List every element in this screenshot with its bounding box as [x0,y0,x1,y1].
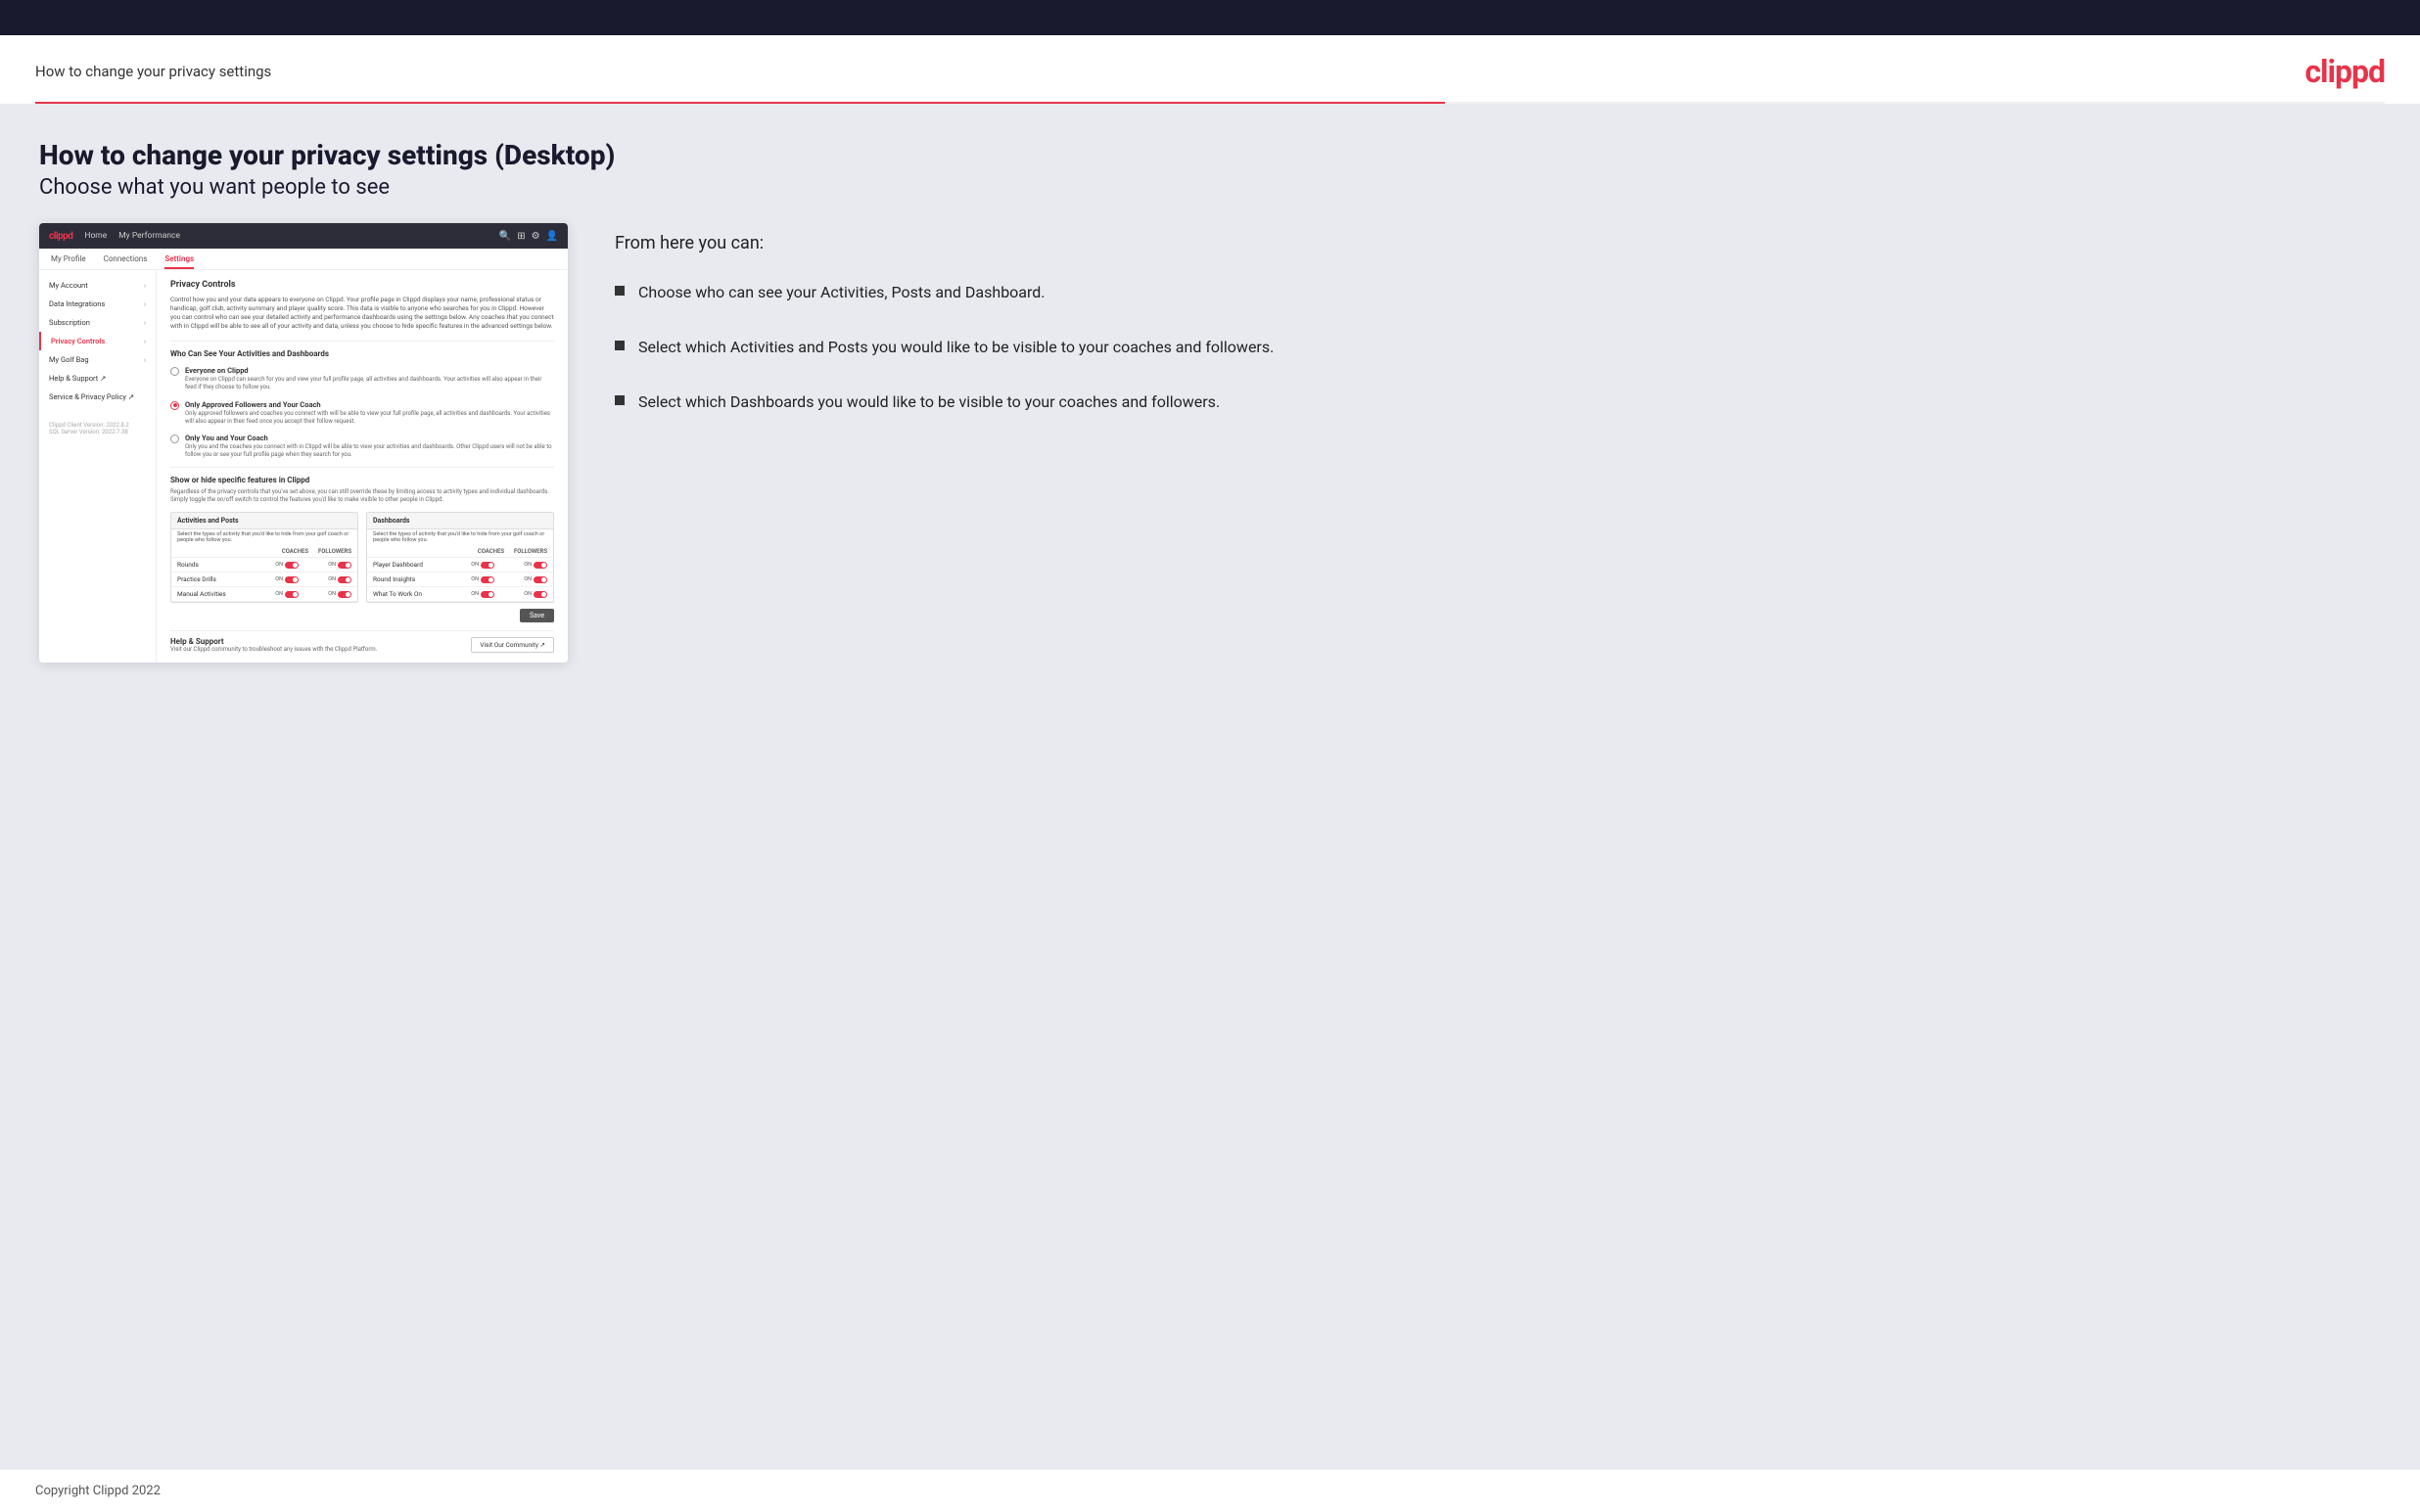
footer-copyright: Copyright Clippd 2022 [35,1484,161,1498]
mock-save-row: Save [170,603,554,626]
mock-dashboards-header: Dashboards [367,513,553,529]
mock-content-area: Privacy Controls Control how you and you… [157,270,568,663]
bullet-item-3: Select which Dashboards you would like t… [615,390,2381,414]
mock-sidebar-privacy[interactable]: Privacy Controls› [39,332,156,350]
mock-help-desc: Visit our Clippd community to troublesho… [170,646,377,653]
bullet-text-2: Select which Activities and Posts you wo… [638,336,1274,359]
mock-subnav: My Profile Connections Settings [39,249,568,270]
mock-toggle-insights-coaches[interactable]: ON [445,576,494,583]
mock-option-approved-desc: Only approved followers and coaches you … [185,410,554,426]
content-row: clippd Home My Performance 🔍 ⊞ ⚙ 👤 My Pr… [39,223,2381,663]
mock-sidebar-golf-bag[interactable]: My Golf Bag› [39,350,156,369]
search-icon: 🔍 [499,231,511,242]
mock-dashboards-subheader: COACHESFOLLOWERS [367,546,553,558]
mock-sidebar-version: Clippd Client Version: 2022.8.2SQL Serve… [39,414,156,443]
mock-help-title: Help & Support [170,637,377,646]
mock-show-title: Show or hide specific features in Clippd [170,467,554,484]
top-bar [0,0,2420,35]
mock-activities-table: Activities and Posts Select the types of… [170,512,358,603]
mock-activity-row-rounds: Rounds ON ON [171,558,357,573]
mock-radio-circle-everyone[interactable] [170,367,179,376]
mock-body: My Account› Data Integrations› Subscript… [39,270,568,663]
mock-activities-desc: Select the types of activity that you'd … [171,529,357,546]
mock-toggle-manual-coaches[interactable]: ON [250,591,299,598]
mock-activities-subheader: COACHESFOLLOWERS [171,546,357,558]
page-heading: How to change your privacy settings (Des… [39,139,2381,171]
mock-privacy-title: Privacy Controls [170,280,554,290]
header: How to change your privacy settings clip… [0,35,2420,102]
user-icon: 👤 [546,231,558,242]
header-title: How to change your privacy settings [35,63,271,80]
mock-sidebar-help[interactable]: Help & Support ↗ [39,369,156,388]
mock-nav-icons: 🔍 ⊞ ⚙ 👤 [499,231,558,242]
mock-sidebar-account[interactable]: My Account› [39,276,156,295]
mock-dashboards-desc: Select the types of activity that you'd … [367,529,553,546]
mock-option-everyone-title: Everyone on Clippd [185,366,554,375]
bullet-square-3 [615,395,625,405]
mock-toggle-workOn-followers[interactable]: ON [498,591,547,598]
mock-toggle-player-followers[interactable]: ON [498,562,547,569]
mock-toggle-rounds-coaches[interactable]: ON [250,562,299,569]
mock-toggle-insights-followers[interactable]: ON [498,576,547,583]
mock-visit-community-button[interactable]: Visit Our Community ↗ [471,637,554,653]
mock-radio-circle-approved[interactable] [170,401,179,410]
mock-activities-header: Activities and Posts [171,513,357,529]
main-content: How to change your privacy settings (Des… [0,104,2420,1469]
mock-toggle-manual-followers[interactable]: ON [302,591,351,598]
mock-activity-row-manual: Manual Activities ON ON [171,587,357,602]
mock-save-button[interactable]: Save [520,609,554,622]
mock-show-desc: Regardless of the privacy controls that … [170,488,554,504]
bullet-item-2: Select which Activities and Posts you wo… [615,336,2381,359]
page-subheading: Choose what you want people to see [39,175,2381,200]
logo: clippd [2304,53,2385,90]
mock-toggle-player-coaches[interactable]: ON [445,562,494,569]
bullets-panel: From here you can: Choose who can see yo… [615,223,2381,445]
mock-option-everyone-desc: Everyone on Clippd can search for you an… [185,376,554,391]
mock-radio-only-you[interactable]: Only You and Your Coach Only you and the… [170,434,554,459]
mock-subnav-myprofile[interactable]: My Profile [51,254,86,269]
mock-sidebar-data-integrations[interactable]: Data Integrations› [39,295,156,313]
mock-sidebar-service[interactable]: Service & Privacy Policy ↗ [39,388,156,406]
bullet-square-1 [615,286,625,296]
mock-toggle-rounds-followers[interactable]: ON [302,562,351,569]
footer: Copyright Clippd 2022 [0,1469,2420,1512]
settings-icon: ⚙ [532,231,540,242]
mock-activity-row-drills: Practice Drills ON ON [171,573,357,587]
mock-toggle-workOn-coaches[interactable]: ON [445,591,494,598]
mock-toggle-drills-coaches[interactable]: ON [250,576,299,583]
mock-help-section: Help & Support Visit our Clippd communit… [170,630,554,653]
mock-radio-circle-only-you[interactable] [170,435,179,443]
bullet-item-1: Choose who can see your Activities, Post… [615,281,2381,304]
mock-option-approved-title: Only Approved Followers and Your Coach [185,400,554,409]
mock-who-title: Who Can See Your Activities and Dashboar… [170,341,554,358]
mock-radio-everyone[interactable]: Everyone on Clippd Everyone on Clippd ca… [170,366,554,391]
screenshot-mockup: clippd Home My Performance 🔍 ⊞ ⚙ 👤 My Pr… [39,223,568,663]
mock-tables: Activities and Posts Select the types of… [170,512,554,603]
grid-icon: ⊞ [517,231,525,242]
mock-subnav-connections[interactable]: Connections [104,254,148,269]
bullet-text-3: Select which Dashboards you would like t… [638,390,1220,414]
mock-sidebar-subscription[interactable]: Subscription› [39,313,156,332]
mock-logo: clippd [49,231,72,242]
mock-sidebar: My Account› Data Integrations› Subscript… [39,270,157,663]
mock-dashboard-row-insights: Round Insights ON ON [367,573,553,587]
bullets-intro: From here you can: [615,233,2381,253]
mock-nav-home: Home [84,231,107,241]
mock-radio-approved[interactable]: Only Approved Followers and Your Coach O… [170,400,554,426]
bullet-square-2 [615,341,625,350]
mock-option-only-you-desc: Only you and the coaches you connect wit… [185,443,554,459]
mock-dashboards-table: Dashboards Select the types of activity … [366,512,554,603]
bullet-text-1: Choose who can see your Activities, Post… [638,281,1046,304]
mock-nav-performance: My Performance [118,231,180,241]
mock-dashboard-row-workOn: What To Work On ON ON [367,587,553,602]
mock-dashboard-row-player: Player Dashboard ON ON [367,558,553,573]
mock-toggle-drills-followers[interactable]: ON [302,576,351,583]
mock-subnav-settings[interactable]: Settings [164,254,194,269]
mock-nav: clippd Home My Performance 🔍 ⊞ ⚙ 👤 [39,223,568,249]
mock-privacy-desc: Control how you and your data appears to… [170,296,554,331]
mock-option-only-you-title: Only You and Your Coach [185,434,554,442]
